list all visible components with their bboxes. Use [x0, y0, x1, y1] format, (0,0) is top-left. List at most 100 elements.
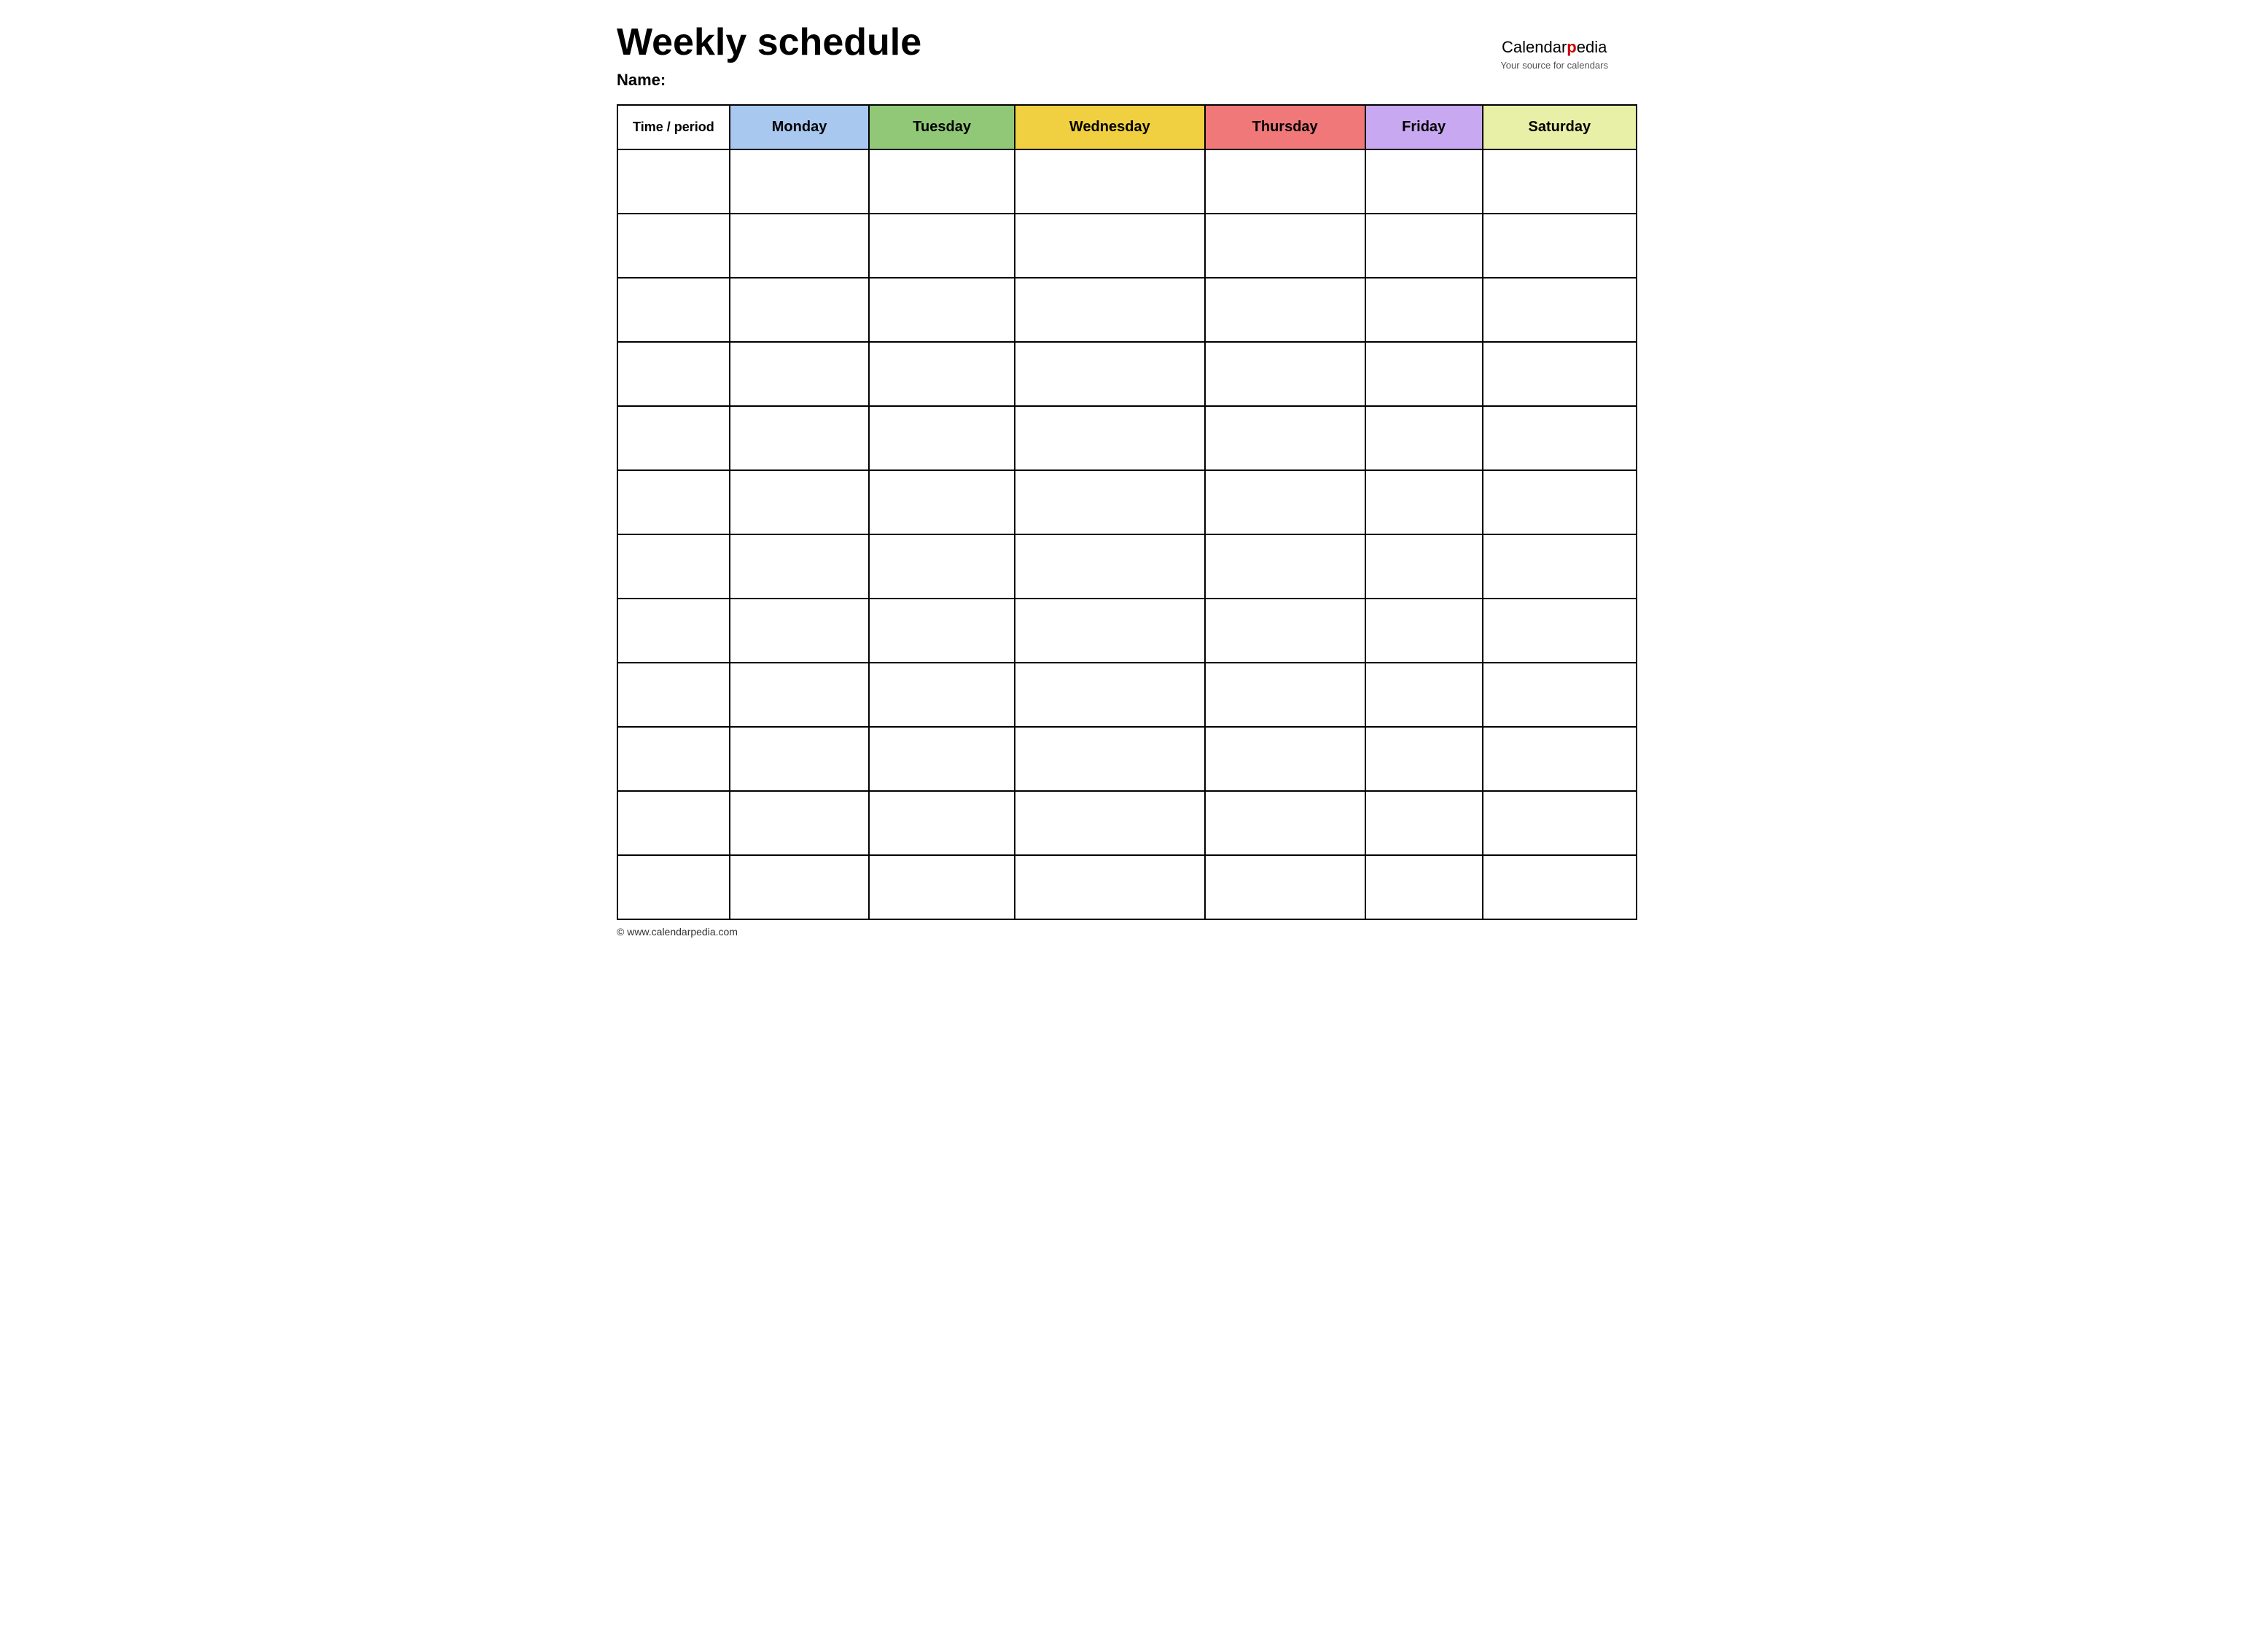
schedule-cell[interactable] — [1015, 149, 1205, 214]
table-row — [617, 727, 1637, 791]
time-cell[interactable] — [617, 278, 730, 342]
schedule-cell[interactable] — [1015, 599, 1205, 663]
schedule-cell[interactable] — [1365, 855, 1483, 919]
time-cell[interactable] — [617, 406, 730, 470]
time-cell[interactable] — [617, 663, 730, 727]
schedule-cell[interactable] — [1205, 791, 1365, 855]
schedule-cell[interactable] — [869, 342, 1015, 406]
schedule-cell[interactable] — [1205, 663, 1365, 727]
schedule-cell[interactable] — [1483, 149, 1637, 214]
logo-brand: Calendarpedia — [1500, 36, 1608, 59]
schedule-cell[interactable] — [1205, 278, 1365, 342]
schedule-cell[interactable] — [1365, 534, 1483, 599]
name-label: Name: — [617, 71, 1637, 90]
schedule-cell[interactable] — [869, 406, 1015, 470]
schedule-cell[interactable] — [1365, 342, 1483, 406]
table-row — [617, 534, 1637, 599]
schedule-cell[interactable] — [1483, 599, 1637, 663]
schedule-cell[interactable] — [730, 149, 870, 214]
time-cell[interactable] — [617, 470, 730, 534]
schedule-cell[interactable] — [1365, 791, 1483, 855]
time-cell[interactable] — [617, 791, 730, 855]
time-cell[interactable] — [617, 342, 730, 406]
time-cell[interactable] — [617, 214, 730, 278]
time-cell[interactable] — [617, 149, 730, 214]
schedule-cell[interactable] — [1365, 727, 1483, 791]
schedule-cell[interactable] — [869, 791, 1015, 855]
schedule-cell[interactable] — [1205, 149, 1365, 214]
time-cell[interactable] — [617, 727, 730, 791]
schedule-cell[interactable] — [1015, 342, 1205, 406]
schedule-cell[interactable] — [1365, 278, 1483, 342]
schedule-cell[interactable] — [1015, 214, 1205, 278]
schedule-cell[interactable] — [1483, 406, 1637, 470]
schedule-cell[interactable] — [1205, 727, 1365, 791]
schedule-cell[interactable] — [730, 599, 870, 663]
schedule-cell[interactable] — [1365, 149, 1483, 214]
schedule-cell[interactable] — [1483, 342, 1637, 406]
schedule-cell[interactable] — [1205, 406, 1365, 470]
schedule-cell[interactable] — [1483, 470, 1637, 534]
table-row — [617, 470, 1637, 534]
schedule-cell[interactable] — [730, 534, 870, 599]
schedule-cell[interactable] — [1365, 599, 1483, 663]
schedule-cell[interactable] — [1365, 214, 1483, 278]
schedule-cell[interactable] — [869, 663, 1015, 727]
schedule-cell[interactable] — [1205, 214, 1365, 278]
time-cell[interactable] — [617, 855, 730, 919]
schedule-cell[interactable] — [1015, 727, 1205, 791]
schedule-cell[interactable] — [1015, 470, 1205, 534]
schedule-cell[interactable] — [869, 214, 1015, 278]
schedule-cell[interactable] — [730, 791, 870, 855]
schedule-cell[interactable] — [730, 663, 870, 727]
schedule-cell[interactable] — [1365, 406, 1483, 470]
schedule-cell[interactable] — [1205, 342, 1365, 406]
schedule-cell[interactable] — [730, 214, 870, 278]
schedule-cell[interactable] — [1205, 534, 1365, 599]
schedule-cell[interactable] — [1365, 470, 1483, 534]
logo-part2-red: p — [1567, 38, 1576, 56]
schedule-cell[interactable] — [730, 406, 870, 470]
time-cell[interactable] — [617, 534, 730, 599]
header-row: Time / period Monday Tuesday Wednesday T… — [617, 105, 1637, 149]
schedule-cell[interactable] — [1483, 534, 1637, 599]
table-row — [617, 214, 1637, 278]
schedule-cell[interactable] — [1015, 534, 1205, 599]
schedule-cell[interactable] — [1483, 663, 1637, 727]
col-header-tuesday: Tuesday — [869, 105, 1015, 149]
schedule-cell[interactable] — [869, 599, 1015, 663]
schedule-table: Time / period Monday Tuesday Wednesday T… — [617, 104, 1637, 920]
schedule-cell[interactable] — [869, 278, 1015, 342]
schedule-cell[interactable] — [730, 855, 870, 919]
logo-area: Calendarpedia Your source for calendars — [1500, 36, 1608, 72]
schedule-cell[interactable] — [1205, 470, 1365, 534]
schedule-cell[interactable] — [1483, 727, 1637, 791]
logo-part2-rest: edia — [1577, 38, 1607, 56]
col-header-saturday: Saturday — [1483, 105, 1637, 149]
schedule-cell[interactable] — [1015, 663, 1205, 727]
footer: © www.calendarpedia.com — [617, 926, 1637, 938]
schedule-cell[interactable] — [869, 149, 1015, 214]
schedule-cell[interactable] — [730, 470, 870, 534]
schedule-cell[interactable] — [1483, 855, 1637, 919]
schedule-cell[interactable] — [1483, 791, 1637, 855]
schedule-cell[interactable] — [1015, 855, 1205, 919]
schedule-cell[interactable] — [730, 727, 870, 791]
schedule-cell[interactable] — [1205, 599, 1365, 663]
schedule-cell[interactable] — [1205, 855, 1365, 919]
schedule-cell[interactable] — [730, 278, 870, 342]
schedule-cell[interactable] — [1015, 791, 1205, 855]
schedule-cell[interactable] — [1483, 278, 1637, 342]
schedule-cell[interactable] — [1483, 214, 1637, 278]
schedule-cell[interactable] — [730, 342, 870, 406]
schedule-cell[interactable] — [869, 855, 1015, 919]
schedule-cell[interactable] — [869, 534, 1015, 599]
schedule-cell[interactable] — [869, 727, 1015, 791]
schedule-cell[interactable] — [1015, 406, 1205, 470]
schedule-cell[interactable] — [869, 470, 1015, 534]
schedule-cell[interactable] — [1365, 663, 1483, 727]
table-row — [617, 791, 1637, 855]
col-header-monday: Monday — [730, 105, 870, 149]
time-cell[interactable] — [617, 599, 730, 663]
schedule-cell[interactable] — [1015, 278, 1205, 342]
